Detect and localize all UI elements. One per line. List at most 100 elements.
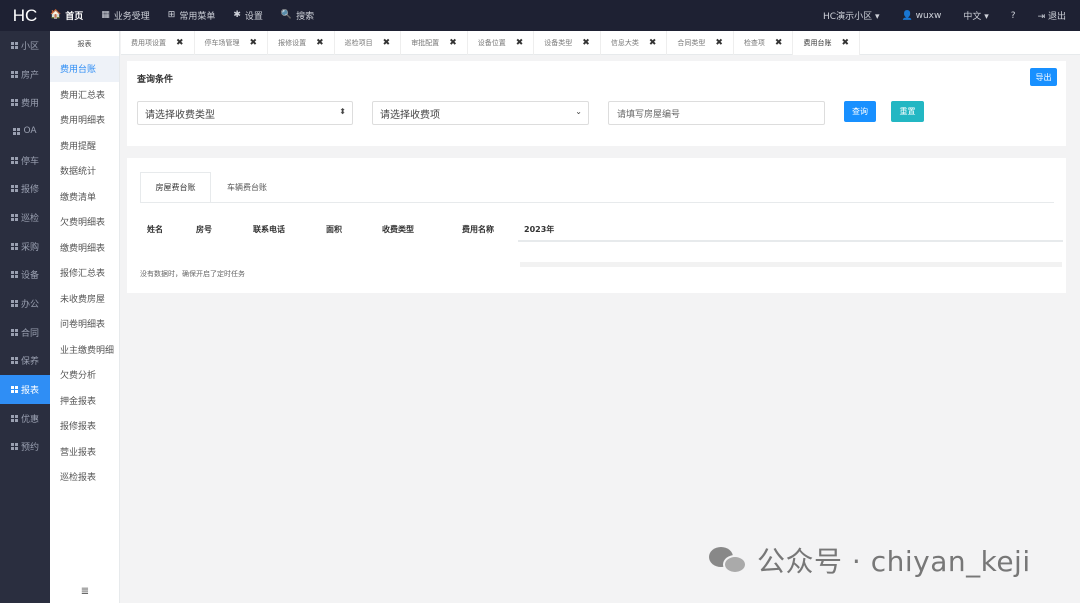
submenu-item-15[interactable]: 营业报表: [50, 439, 119, 465]
submenu-item-3[interactable]: 费用提醒: [50, 133, 119, 159]
grid-icon: [10, 213, 18, 221]
tab-label: 停车场管理: [204, 39, 240, 47]
tab-house-fee-ledger[interactable]: 房屋费台账: [140, 172, 211, 202]
tab-4[interactable]: 审批配置 ✖: [401, 31, 468, 55]
tab-10[interactable]: 费用台账 ✖: [793, 31, 861, 55]
community-dropdown[interactable]: HC演示小区 ▾: [823, 9, 879, 22]
submenu-item-7[interactable]: 缴费明细表: [50, 235, 119, 261]
main-sidebar: 小区 房产 费用 OA 停车 报修 巡检 采购设备办公合同 保养报表优惠预约: [0, 31, 50, 603]
fee-item-select[interactable]: 请选择收费项 ⌄: [372, 101, 589, 125]
room-number-input[interactable]: 请填写房屋编号: [608, 101, 825, 125]
tab-5[interactable]: 设备位置 ✖: [468, 31, 535, 55]
close-icon[interactable]: ✖: [316, 38, 324, 48]
close-icon[interactable]: ✖: [383, 38, 391, 48]
nav-search[interactable]: 🔍 搜索: [280, 9, 315, 23]
sidebar-item-11[interactable]: 保养: [0, 347, 50, 376]
sidebar-item-label: 报表: [20, 386, 39, 397]
submenu-item-2[interactable]: 费用明细表: [50, 107, 119, 133]
tab-divider: [140, 202, 1054, 203]
grid-icon: [10, 357, 18, 365]
tab-8[interactable]: 合同类型 ✖: [667, 31, 734, 55]
submenu-item-4[interactable]: 数据统计: [50, 158, 119, 184]
nav-common-menu[interactable]: ⊞ 常用菜单: [168, 9, 216, 23]
tab-0[interactable]: 费用项设置 ✖: [121, 31, 195, 55]
close-icon[interactable]: ✖: [449, 38, 457, 48]
submenu-item-8[interactable]: 报修汇总表: [50, 260, 119, 286]
submenu-item-16[interactable]: 巡检报表: [50, 464, 119, 490]
close-icon[interactable]: ✖: [775, 38, 783, 48]
logout-button[interactable]: ⇥ 退出: [1038, 9, 1066, 22]
close-icon[interactable]: ✖: [250, 38, 258, 48]
chevron-down-icon: ⌄: [575, 107, 582, 116]
sidebar-item-12[interactable]: 报表: [0, 375, 50, 404]
sidebar-item-2[interactable]: 费用: [0, 88, 50, 117]
tab-label: 信息大类: [610, 39, 639, 47]
home-icon: 🏠: [50, 10, 62, 20]
sidebar-item-9[interactable]: 办公: [0, 289, 50, 318]
sidebar-item-1[interactable]: 房产: [0, 60, 50, 89]
submenu-item-5[interactable]: 缴费清单: [50, 184, 119, 210]
sidebar-item-label: 办公: [20, 300, 39, 311]
submenu-item-10[interactable]: 问卷明细表: [50, 311, 119, 337]
grid-icon: [10, 300, 18, 308]
sidebar-item-0[interactable]: 小区: [0, 31, 50, 60]
column-header-area: 面积: [326, 225, 342, 234]
nav-business[interactable]: ▦ 业务受理: [101, 9, 150, 23]
sidebar-item-4[interactable]: 停车: [0, 146, 50, 175]
submenu-item-12[interactable]: 欠费分析: [50, 362, 119, 388]
page-tabs: 费用项设置 ✖ 停车场管理 ✖ 报修设置 ✖ 巡检项目 ✖ 审批配置 ✖ 设备位置 ✖ 设备类型 ✖ 信息大…: [121, 31, 1080, 55]
tab-3[interactable]: 巡检项目 ✖: [335, 31, 402, 55]
submenu-item-1[interactable]: 费用汇总表: [50, 82, 119, 108]
close-icon[interactable]: ✖: [841, 38, 849, 48]
tab-6[interactable]: 设备类型 ✖: [534, 31, 601, 55]
nav-settings[interactable]: ✱ 设置: [233, 9, 263, 23]
nav-home[interactable]: 🏠 首页: [50, 9, 84, 23]
sidebar-item-5[interactable]: 报修: [0, 174, 50, 203]
tab-label: 审批配置: [411, 39, 440, 47]
sidebar-item-label: OA: [23, 126, 37, 137]
submenu-item-11[interactable]: 业主缴费明细: [50, 337, 119, 363]
sidebar-item-8[interactable]: 设备: [0, 261, 50, 290]
tab-vehicle-fee-ledger[interactable]: 车辆费台账: [211, 172, 283, 202]
language-dropdown[interactable]: 中文 ▾: [963, 9, 988, 22]
close-icon[interactable]: ✖: [715, 38, 723, 48]
tab-2[interactable]: 报修设置 ✖: [268, 31, 335, 55]
brand-logo[interactable]: HC: [0, 6, 50, 26]
table-scrollbar[interactable]: [520, 262, 1062, 267]
sidebar-item-label: 设备: [20, 271, 39, 282]
collapse-menu-icon[interactable]: ≣: [50, 586, 120, 597]
close-icon[interactable]: ✖: [176, 38, 184, 48]
tab-label: 费用台账: [803, 39, 832, 47]
close-icon[interactable]: ✖: [649, 38, 657, 48]
export-button[interactable]: 导出: [1030, 68, 1057, 86]
fee-type-select[interactable]: 请选择收费类型 ⬍: [137, 101, 353, 125]
nav-search-label: 搜索: [296, 12, 315, 22]
tab-7[interactable]: 信息大类 ✖: [601, 31, 668, 55]
reset-button[interactable]: 重置: [891, 101, 924, 122]
sidebar-item-10[interactable]: 合同: [0, 318, 50, 347]
sidebar-item-3[interactable]: OA: [0, 117, 50, 146]
grid-icon: [13, 127, 21, 135]
search-icon: 🔍: [280, 10, 293, 20]
sidebar-item-label: 预约: [20, 443, 39, 454]
nav-home-label: 首页: [65, 12, 84, 22]
tab-9[interactable]: 检查项 ✖: [734, 31, 794, 55]
submenu-item-9[interactable]: 未收费房屋: [50, 286, 119, 312]
query-button[interactable]: 查询: [844, 101, 876, 122]
sidebar-item-14[interactable]: 预约: [0, 433, 50, 462]
column-header-year: 2023年: [524, 225, 555, 234]
sidebar-item-6[interactable]: 巡检: [0, 203, 50, 232]
close-icon[interactable]: ✖: [582, 38, 590, 48]
ledger-panel: 房屋费台账 车辆费台账 姓名 房号 联系电话 面积 收费类型 费用名称 2023…: [127, 158, 1066, 293]
help-button[interactable]: ?: [1011, 11, 1016, 21]
user-menu[interactable]: 👤 wuxw: [902, 11, 942, 21]
tab-1[interactable]: 停车场管理 ✖: [195, 31, 269, 55]
submenu-item-13[interactable]: 押金报表: [50, 388, 119, 414]
tab-label: 费用项设置: [131, 39, 166, 47]
sidebar-item-7[interactable]: 采购: [0, 232, 50, 261]
submenu-item-0[interactable]: 费用台账: [50, 56, 119, 82]
submenu-item-6[interactable]: 欠费明细表: [50, 209, 119, 235]
submenu-item-14[interactable]: 报修报表: [50, 413, 119, 439]
close-icon[interactable]: ✖: [516, 38, 524, 48]
sidebar-item-13[interactable]: 优惠: [0, 404, 50, 433]
